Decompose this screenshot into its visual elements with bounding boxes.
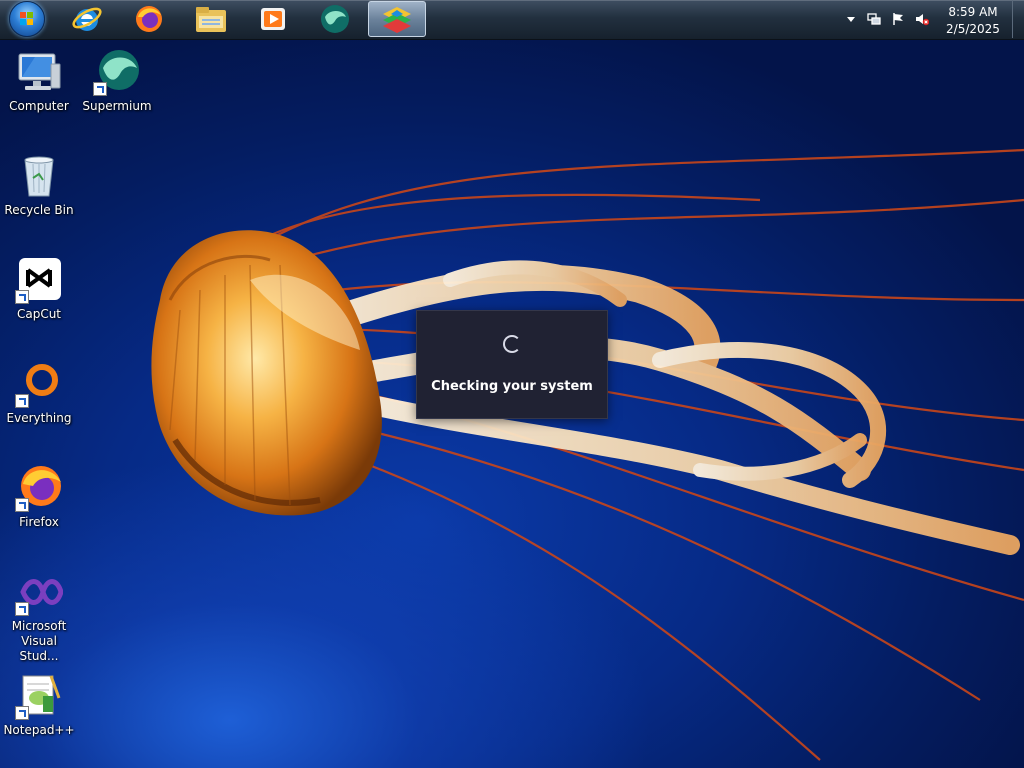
desktop-icon-firefox[interactable]: Firefox — [0, 464, 78, 530]
media-player-icon — [261, 8, 285, 30]
desktop-icon-label: Computer — [9, 99, 69, 113]
shortcut-arrow-icon — [15, 706, 29, 720]
bluestacks-icon — [383, 7, 411, 33]
checking-system-dialog: Checking your system — [416, 310, 608, 419]
show-desktop-button[interactable] — [1012, 0, 1024, 38]
taskbar-firefox[interactable] — [126, 0, 172, 38]
shortcut-arrow-icon — [15, 394, 29, 408]
desktop-icon-visual-studio[interactable]: Microsoft Visual Stud... — [0, 568, 78, 664]
internet-explorer-icon — [72, 7, 102, 31]
desktop-icon-label: Recycle Bin — [4, 203, 74, 217]
shortcut-arrow-icon — [93, 82, 107, 96]
taskbar-file-explorer[interactable] — [188, 0, 234, 38]
shortcut-arrow-icon — [15, 498, 29, 512]
taskbar-internet-explorer[interactable] — [64, 0, 110, 38]
firefox-icon — [136, 6, 162, 32]
shortcut-arrow-icon — [15, 602, 29, 616]
taskbar: 8:59 AM 2/5/2025 — [0, 0, 1024, 40]
desktop-screen: 8:59 AM 2/5/2025 Computer Supermium Recy… — [0, 0, 1024, 768]
desktop-icon-label: Everything — [6, 411, 72, 425]
show-hidden-icons-chevron[interactable] — [844, 12, 858, 26]
network-icon[interactable] — [867, 12, 881, 26]
clock-date[interactable]: 2/5/2025 — [938, 22, 1008, 36]
desktop-icon-capcut[interactable]: CapCut — [0, 256, 78, 322]
desktop-icon-recycle-bin[interactable]: Recycle Bin — [0, 152, 78, 218]
clock-time[interactable]: 8:59 AM — [938, 5, 1008, 19]
shortcut-arrow-icon — [15, 290, 29, 304]
taskbar-supermium[interactable] — [312, 0, 358, 38]
computer-icon — [18, 53, 61, 90]
desktop-icon-label: Firefox — [19, 515, 59, 529]
volume-muted-icon[interactable] — [915, 12, 929, 26]
desktop-icon-everything[interactable]: Everything — [0, 360, 78, 426]
desktop-icon-supermium[interactable]: Supermium — [78, 48, 156, 114]
taskbar-bluestacks[interactable] — [368, 1, 426, 37]
desktop-icon-label: Notepad++ — [3, 723, 75, 737]
desktop-icon-notepad-plus-plus[interactable]: Notepad++ — [0, 672, 78, 738]
recycle-bin-icon — [24, 156, 54, 197]
dialog-message: Checking your system — [431, 379, 593, 394]
start-button[interactable] — [6, 0, 48, 38]
action-center-flag-icon[interactable] — [891, 12, 905, 26]
supermium-icon — [321, 5, 349, 33]
desktop-icon-computer[interactable]: Computer — [0, 48, 78, 114]
taskbar-media-player[interactable] — [250, 0, 296, 38]
folder-icon — [196, 7, 226, 32]
loading-spinner-icon — [503, 335, 521, 353]
desktop-icon-label: CapCut — [16, 307, 62, 321]
desktop-icon-label: Microsoft Visual Stud... — [11, 619, 67, 663]
desktop-icon-label: Supermium — [82, 99, 152, 113]
windows-orb-icon — [9, 1, 45, 37]
